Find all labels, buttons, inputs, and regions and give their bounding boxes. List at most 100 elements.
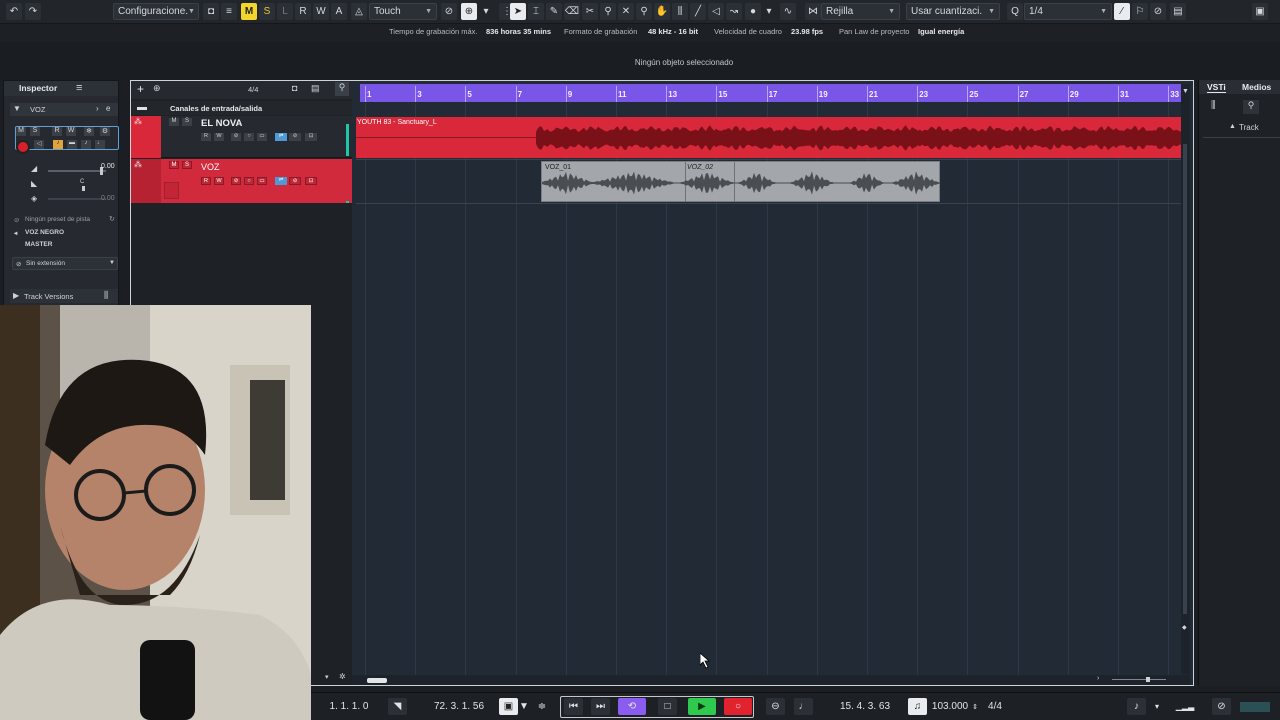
record-icon[interactable]: ○ bbox=[724, 698, 752, 715]
pencil-tool-icon[interactable]: ✎ bbox=[546, 3, 562, 20]
mute-button[interactable]: M bbox=[16, 127, 26, 136]
read-button[interactable]: R bbox=[52, 127, 62, 136]
scrollbar-thumb[interactable] bbox=[1183, 144, 1187, 614]
track-row[interactable]: ⁂ M S EL NOVA R W ⊘ ○ ▭ ⇌ ⊘ ⊡ bbox=[131, 116, 352, 158]
pre-roll-icon[interactable]: ▼ bbox=[518, 698, 530, 715]
camera-icon[interactable]: ◘ bbox=[292, 83, 297, 93]
automation-icon[interactable]: ⊡ bbox=[305, 177, 317, 185]
automation-icon[interactable]: ◬ bbox=[351, 3, 367, 20]
go-to-start-icon[interactable]: ⏮ bbox=[564, 698, 583, 715]
solo-mode-button[interactable]: S bbox=[259, 3, 275, 20]
scrollbar-thumb[interactable] bbox=[367, 678, 387, 683]
edit-icon[interactable]: ⊘ bbox=[289, 133, 301, 141]
tempo-track-icon[interactable]: ♫ bbox=[908, 698, 927, 715]
inspector-track-header[interactable]: ▼ VOZ › e bbox=[10, 103, 118, 116]
snap-type-select[interactable]: Rejilla ▼ bbox=[821, 3, 900, 20]
tab-medios[interactable]: Medios bbox=[1242, 82, 1271, 92]
extension-select[interactable]: ⊘ Sin extensión ▼ bbox=[12, 257, 118, 270]
tab-vsti[interactable]: VSTi bbox=[1207, 82, 1226, 93]
snap-wave-icon[interactable]: ∿ bbox=[780, 3, 796, 20]
bypass-icon[interactable]: ⊘ bbox=[231, 177, 241, 185]
automation-mode-select[interactable]: Touch ▼ bbox=[369, 3, 437, 20]
play-icon[interactable]: ▶ bbox=[688, 698, 716, 715]
lock-icon[interactable]: ▣ bbox=[499, 698, 518, 715]
write-button[interactable]: W bbox=[66, 127, 76, 136]
line-tool-icon[interactable]: ╱ bbox=[690, 3, 706, 20]
volume-value[interactable]: 0.00 bbox=[101, 163, 115, 170]
metronome-icon[interactable]: ♩ bbox=[794, 698, 813, 715]
hand-tool-icon[interactable]: ✋ bbox=[654, 3, 670, 20]
right-locator[interactable]: 72. 3. 1. 56 bbox=[424, 698, 494, 715]
listen-mode-button[interactable]: L bbox=[277, 3, 293, 20]
pan-handle[interactable] bbox=[82, 186, 85, 191]
lanes-icon[interactable]: ▬ bbox=[67, 140, 77, 149]
track-row[interactable]: ⁂ M S VOZ R W ⊘ ○ ▭ ⇌ ⊘ ⊡ bbox=[131, 159, 352, 203]
stop-icon[interactable]: □ bbox=[658, 698, 677, 715]
punch-in-icon[interactable]: ◥ bbox=[388, 698, 407, 715]
record-enable-button[interactable] bbox=[164, 182, 179, 199]
chevron-down-icon[interactable]: ▾ bbox=[481, 3, 491, 20]
zoom-handle[interactable] bbox=[1146, 677, 1150, 682]
go-to-end-icon[interactable]: ⏭ bbox=[591, 698, 610, 715]
inspector-tab[interactable]: Inspector bbox=[19, 83, 57, 93]
mute-button[interactable]: M bbox=[169, 118, 179, 126]
edit-channel-icon[interactable]: e bbox=[106, 104, 110, 113]
lanes-icon[interactable]: ▭ bbox=[257, 133, 267, 141]
track-name[interactable]: EL NOVA bbox=[201, 118, 242, 129]
tempo-value[interactable]: 103.000 bbox=[930, 698, 970, 715]
list-icon[interactable]: ≡ bbox=[221, 3, 237, 20]
audio-event-voz[interactable]: VOZ_01 VOZ_02 bbox=[541, 161, 940, 202]
panlaw-value[interactable]: Igual energía bbox=[918, 27, 964, 39]
chat-icon[interactable]: ● bbox=[745, 3, 761, 20]
lock-icon[interactable]: ○ bbox=[244, 177, 254, 185]
tune-icon[interactable]: ♪ bbox=[81, 140, 91, 149]
quantize-icon[interactable]: Q bbox=[1007, 3, 1023, 20]
record-enable-button[interactable] bbox=[16, 140, 30, 154]
track-name[interactable]: VOZ bbox=[201, 162, 220, 172]
menu-icon[interactable]: ≡ bbox=[76, 82, 82, 94]
ruler[interactable]: 1 3 5 7 9 11 13 15 17 19 21 23 25 27 29 31 33 bbox=[360, 84, 1182, 102]
post-roll-icon[interactable]: ≑ bbox=[536, 698, 548, 715]
link-icon[interactable]: ⇌ bbox=[275, 133, 287, 141]
cycle-icon[interactable]: ⟲ bbox=[618, 698, 646, 715]
speaker-tool-icon[interactable]: ◁ bbox=[708, 3, 724, 20]
color-icon[interactable]: ⊘ bbox=[1150, 3, 1166, 20]
rec-time-value[interactable]: 836 horas 35 mins bbox=[486, 27, 551, 39]
chevron-right-icon[interactable]: › bbox=[1097, 675, 1099, 682]
rec-format-value[interactable]: 48 kHz - 16 bit bbox=[648, 27, 698, 39]
auto-mode-button[interactable]: A bbox=[331, 3, 347, 20]
lock-icon[interactable]: ♪ bbox=[53, 140, 63, 149]
punch-out-icon[interactable]: ⊖ bbox=[766, 698, 785, 715]
zoom-tool-icon[interactable]: ⚲ bbox=[636, 3, 652, 20]
chevron-down-icon[interactable]: ▾ bbox=[764, 3, 774, 20]
comp-tool-icon[interactable]: ⫼ bbox=[672, 3, 688, 20]
range-tool-icon[interactable]: ⌶ bbox=[528, 3, 544, 20]
position-display[interactable]: 15. 4. 3. 63 bbox=[828, 698, 902, 715]
layout-icon[interactable]: ▤ bbox=[1170, 3, 1186, 20]
track-preset-row[interactable]: ⊘ Ningún preset de pista ↻ bbox=[12, 215, 118, 226]
autoscroll-icon[interactable]: ⊕ bbox=[461, 3, 477, 20]
redo-icon[interactable]: ↷ bbox=[25, 3, 41, 20]
vertical-scrollbar[interactable]: ▼ ◆ bbox=[1181, 84, 1190, 674]
pointer-tool-icon[interactable]: ➤ bbox=[510, 3, 526, 20]
settings-icon[interactable]: ⚙ bbox=[100, 127, 110, 136]
solo-button[interactable]: S bbox=[30, 127, 40, 136]
lock-icon[interactable]: ○ bbox=[244, 133, 254, 141]
camera-icon[interactable]: ◘ bbox=[203, 3, 219, 20]
timebase-icon[interactable]: ♩ bbox=[95, 140, 105, 149]
write-button[interactable]: W bbox=[214, 177, 224, 185]
monitor-icon[interactable]: ◁ bbox=[34, 140, 44, 149]
zoom-slider[interactable] bbox=[1112, 679, 1166, 680]
glue-tool-icon[interactable]: ⚲ bbox=[600, 3, 616, 20]
list-icon[interactable]: ▤ bbox=[311, 83, 320, 94]
track-versions-section[interactable]: ▶ Track Versions ⫼ bbox=[10, 289, 118, 303]
mute-button[interactable]: M bbox=[169, 161, 179, 169]
quantize-preset-select[interactable]: Usar cuantizaci. ▼ bbox=[906, 3, 1000, 20]
quantize-value-select[interactable]: 1/4 ▼ bbox=[1024, 3, 1112, 20]
add-instrument-icon[interactable]: ⫼ bbox=[1211, 100, 1216, 111]
chevron-down-icon[interactable]: ▼ bbox=[1182, 88, 1189, 95]
solo-button[interactable]: S bbox=[182, 118, 192, 126]
chevron-down-icon[interactable]: ▾ bbox=[1150, 698, 1164, 715]
add-track-icon[interactable]: + bbox=[137, 82, 144, 96]
delay-value[interactable]: 0.00 bbox=[101, 195, 115, 202]
